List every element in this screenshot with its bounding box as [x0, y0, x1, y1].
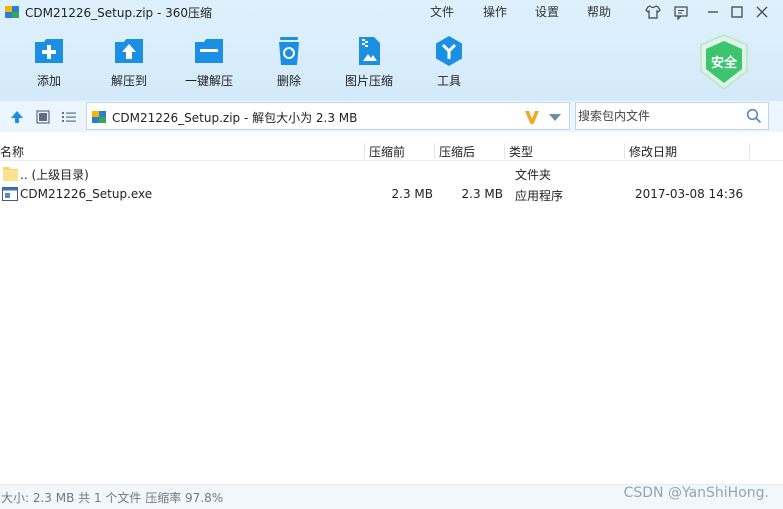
- delete-icon: [279, 37, 299, 65]
- archive-icon: [92, 111, 106, 123]
- one-click-extract-button[interactable]: 一键解压: [174, 34, 244, 94]
- image-compress-icon: [359, 37, 380, 65]
- thumbnail-view-icon[interactable]: [35, 109, 51, 125]
- maximize-icon[interactable]: [727, 2, 747, 22]
- table-row[interactable]: .. (上级目录) 文件夹: [0, 163, 783, 184]
- window-title: CDM21226_Setup.zip - 360压缩: [25, 6, 213, 20]
- search-icon[interactable]: [746, 108, 762, 124]
- tools-icon: [436, 36, 462, 66]
- folder-icon: [3, 167, 18, 181]
- path-field[interactable]: CDM21226_Setup.zip - 解包大小为 2.3 MB: [86, 102, 570, 130]
- add-icon: [35, 39, 63, 63]
- header-compressed-after[interactable]: 压缩后: [439, 143, 475, 160]
- one-click-extract-label: 一键解压: [184, 74, 233, 88]
- header-type[interactable]: 类型: [509, 143, 533, 160]
- menu-help[interactable]: 帮助: [587, 3, 611, 20]
- image-compress-label: 图片压缩: [344, 74, 393, 88]
- header-divider[interactable]: [624, 143, 625, 159]
- feedback-icon[interactable]: [671, 2, 691, 22]
- table-row[interactable]: CDM21226_Setup.exe 2.3 MB 2.3 MB 应用程序 20…: [0, 184, 783, 205]
- add-label: 添加: [36, 74, 61, 88]
- extract-to-label: 解压到: [110, 74, 147, 88]
- image-compress-button[interactable]: 图片压缩: [334, 34, 404, 94]
- exe-file-icon: [2, 187, 18, 201]
- watermark: CSDN @YanShiHong.: [623, 485, 769, 501]
- row-type: 文件夹: [515, 168, 552, 182]
- security-badge-label: 安全: [710, 56, 737, 71]
- extract-to-icon: [115, 39, 143, 63]
- title-bar: CDM21226_Setup.zip - 360压缩 文件 操作 设置 帮助: [0, 0, 783, 24]
- up-arrow-icon[interactable]: [9, 109, 25, 125]
- one-click-extract-icon: [195, 39, 223, 63]
- row-type: 应用程序: [515, 189, 564, 203]
- row-name: CDM21226_Setup.exe: [20, 187, 153, 201]
- app-icon: [5, 6, 19, 18]
- close-icon[interactable]: [752, 2, 772, 22]
- add-button[interactable]: 添加: [14, 34, 84, 94]
- chevron-down-icon[interactable]: [548, 111, 562, 123]
- minimize-icon[interactable]: [703, 2, 723, 22]
- row-name: .. (上级目录): [20, 168, 89, 182]
- row-size-after: 2.3 MB: [461, 187, 503, 201]
- header-divider[interactable]: [749, 143, 750, 159]
- menu-operate[interactable]: 操作: [483, 3, 507, 20]
- row-size-before: 2.3 MB: [391, 187, 433, 201]
- row-modified: 2017-03-08 14:36: [635, 187, 744, 201]
- path-text: CDM21226_Setup.zip - 解包大小为 2.3 MB: [112, 111, 358, 125]
- header-name[interactable]: 名称: [0, 143, 24, 160]
- menu-file[interactable]: 文件: [430, 3, 454, 20]
- extract-to-button[interactable]: 解压到: [94, 34, 164, 94]
- column-header: 名称 压缩前 压缩后 类型 修改日期: [0, 141, 783, 161]
- header-divider[interactable]: [504, 143, 505, 159]
- status-bar: 大小: 2.3 MB 共 1 个文件 压缩率 97.8% CSDN @YanSh…: [0, 484, 783, 509]
- header-modified[interactable]: 修改日期: [629, 143, 677, 160]
- skin-icon[interactable]: [643, 2, 663, 22]
- menu-settings[interactable]: 设置: [535, 3, 559, 20]
- header-divider[interactable]: [364, 143, 365, 159]
- tools-label: 工具: [436, 74, 461, 88]
- search-input[interactable]: [577, 104, 737, 128]
- delete-button[interactable]: 删除: [254, 34, 324, 94]
- delete-label: 删除: [276, 74, 301, 88]
- header-compressed-before[interactable]: 压缩前: [369, 143, 405, 160]
- top-panel: CDM21226_Setup.zip - 360压缩 文件 操作 设置 帮助 添…: [0, 0, 783, 101]
- list-view-icon[interactable]: [61, 109, 77, 125]
- tools-button[interactable]: 工具: [414, 34, 484, 94]
- search-box: [575, 102, 769, 130]
- header-divider[interactable]: [434, 143, 435, 159]
- vip-icon[interactable]: [523, 108, 541, 126]
- status-text: 大小: 2.3 MB 共 1 个文件 压缩率 97.8%: [1, 491, 224, 505]
